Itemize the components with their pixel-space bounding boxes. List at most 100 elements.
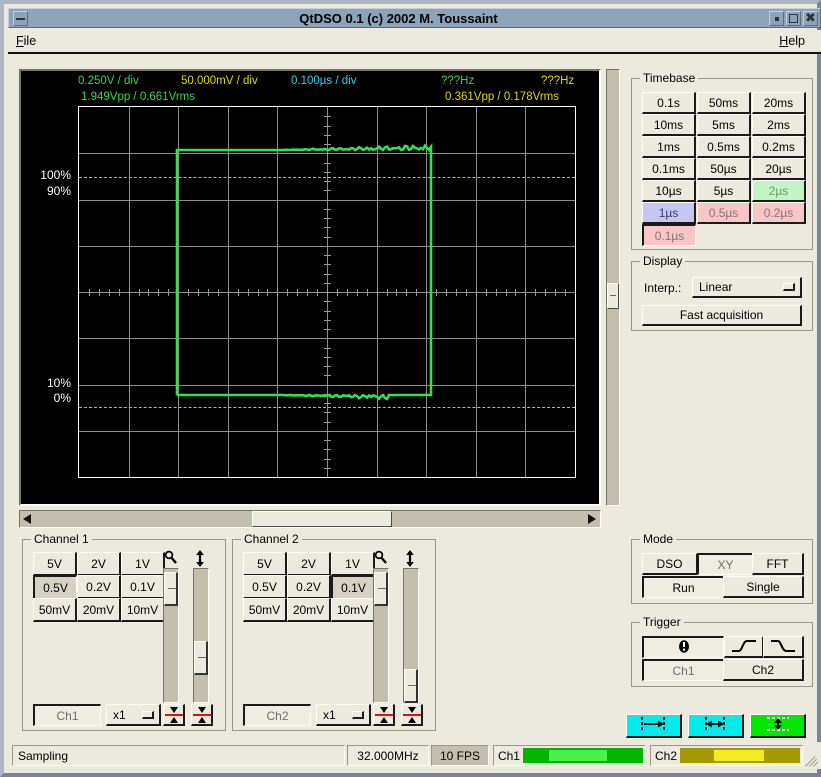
title-bar: QtDSO 0.1 (c) 2002 M. Toussaint ✖ — [8, 8, 821, 28]
timebase-legend: Timebase — [640, 71, 698, 85]
scope-vertical-scroll[interactable] — [606, 69, 620, 506]
channel1-level-indicator: Ch1 — [493, 745, 646, 766]
channel2-level-indicator: Ch2 — [650, 745, 803, 766]
trigger-ch2-button[interactable]: Ch2 — [723, 659, 804, 681]
magnifier-icon — [163, 550, 179, 569]
scope-vertical-scroll-handle[interactable] — [607, 283, 619, 309]
trigger-ch1-button[interactable]: Ch1 — [642, 659, 724, 681]
channel2-position-slider-handle[interactable] — [404, 669, 418, 703]
interp-select[interactable]: Linear — [692, 277, 802, 298]
channel1-gain-slider[interactable] — [163, 568, 179, 703]
menu-help[interactable]: Help — [771, 32, 813, 50]
channel1-center-gain-button[interactable] — [163, 704, 185, 726]
app-window: QtDSO 0.1 (c) 2002 M. Toussaint ✖ File H… — [0, 0, 821, 777]
channel1-range-50mV[interactable]: 50mV — [33, 598, 77, 622]
scope-horizontal-scroll[interactable] — [19, 510, 601, 528]
measure-volt-icon — [763, 715, 793, 736]
channel2-center-gain-button[interactable] — [373, 704, 395, 726]
menu-file[interactable]: File — [8, 32, 44, 50]
timebase-button-0.1s[interactable]: 0.1µs — [642, 224, 696, 246]
scope-display[interactable]: 0.250V / div 50.000mV / div 0.100µs / di… — [19, 69, 601, 506]
channel2-range-1V[interactable]: 1V — [331, 552, 375, 576]
timebase-button-1s[interactable]: 1µs — [642, 202, 696, 224]
channel2-position-slider[interactable] — [403, 568, 419, 703]
timebase-button-50ms[interactable]: 50ms — [697, 92, 751, 114]
cursor-button-3[interactable] — [750, 714, 806, 738]
channel1-center-position-button[interactable] — [191, 704, 213, 726]
scope-readout: 0.250V / div 50.000mV / div 0.100µs / di… — [21, 71, 599, 107]
center-marker-icon — [403, 707, 421, 723]
mode-fft-button[interactable]: FFT — [752, 553, 804, 575]
timebase-button-0.5ms[interactable]: 0.5ms — [697, 136, 751, 158]
trigger-falling-edge-button[interactable] — [763, 636, 804, 658]
channel1-range-0.2V[interactable]: 0.2V — [77, 575, 121, 599]
channel1-range-2V[interactable]: 2V — [77, 552, 121, 576]
channel2-probe-select[interactable]: x1 — [316, 704, 371, 726]
window-title: QtDSO 0.1 (c) 2002 M. Toussaint — [28, 11, 769, 26]
waveform-trace — [79, 107, 575, 477]
channel2-range-0.5V[interactable]: 0.5V — [243, 575, 287, 599]
magnifier-icon — [373, 550, 389, 569]
minimize-button[interactable] — [13, 11, 28, 26]
arrow-left-icon — [23, 514, 31, 524]
trigger-level-button[interactable] — [642, 636, 724, 658]
maximize-button[interactable] — [786, 11, 801, 26]
channel2-center-position-button[interactable] — [401, 704, 423, 726]
timebase-button-0.1ms[interactable]: 0.1ms — [642, 158, 696, 180]
cursor-button-1[interactable] — [626, 714, 682, 738]
chevron-down-icon — [783, 283, 795, 291]
channel1-range-1V[interactable]: 1V — [121, 552, 165, 576]
fast-acquisition-button[interactable]: Fast acquisition — [642, 305, 802, 326]
channel1-gain-slider-handle[interactable] — [164, 572, 178, 606]
channel2-range-50mV[interactable]: 50mV — [243, 598, 287, 622]
shade-button[interactable] — [769, 11, 784, 26]
channel2-gain-slider-handle[interactable] — [374, 572, 388, 606]
timebase-button-20s[interactable]: 20µs — [752, 158, 806, 180]
timebase-button-5s[interactable]: 5µs — [697, 180, 751, 202]
timebase-button-50s[interactable]: 50µs — [697, 158, 751, 180]
scroll-left-button[interactable] — [20, 511, 36, 527]
timebase-button-2s[interactable]: 2µs — [752, 180, 806, 202]
timebase-button-0.5s[interactable]: 0.5µs — [697, 202, 751, 224]
mode-dso-button[interactable]: DSO — [642, 553, 698, 575]
close-button[interactable]: ✖ — [803, 11, 818, 26]
channel2-name-button[interactable]: Ch2 — [243, 704, 311, 726]
timebase-button-0.2ms[interactable]: 0.2ms — [752, 136, 806, 158]
scope-horizontal-scroll-handle[interactable] — [252, 511, 392, 527]
timebase-panel: Timebase 0.1s50ms20ms10ms5ms2ms1ms0.5ms0… — [631, 78, 813, 250]
channel1-position-slider-handle[interactable] — [194, 641, 208, 675]
resize-grip[interactable] — [805, 753, 819, 767]
channel1-name-button[interactable]: Ch1 — [33, 704, 101, 726]
channel2-range-0.1V[interactable]: 0.1V — [331, 575, 375, 599]
channel1-range-20mV[interactable]: 20mV — [77, 598, 121, 622]
mode-xy-button[interactable]: XY — [697, 553, 753, 575]
timebase-button-10ms[interactable]: 10ms — [642, 114, 696, 136]
timebase-button-10s[interactable]: 10µs — [642, 180, 696, 202]
channel1-range-5V[interactable]: 5V — [33, 552, 77, 576]
channel1-range-0.1V[interactable]: 0.1V — [121, 575, 165, 599]
timebase-button-20ms[interactable]: 20ms — [752, 92, 806, 114]
channel2-range-0.2V[interactable]: 0.2V — [287, 575, 331, 599]
menu-bar: File Help — [8, 30, 821, 54]
mode-run-button[interactable]: Run — [642, 576, 724, 598]
cursor-button-2[interactable] — [688, 714, 744, 738]
timebase-button-0.2s[interactable]: 0.2µs — [752, 202, 806, 224]
timebase-button-5ms[interactable]: 5ms — [697, 114, 751, 136]
channel1-position-slider[interactable] — [193, 568, 209, 703]
channel1-range-0.5V[interactable]: 0.5V — [33, 575, 77, 599]
channel2-range-20mV[interactable]: 20mV — [287, 598, 331, 622]
timebase-button-1ms[interactable]: 1ms — [642, 136, 696, 158]
channel2-gain-slider[interactable] — [373, 568, 389, 703]
channel1-panel: Channel 1 5V2V1V0.5V0.2V0.1V50mV20mV10mV… — [22, 539, 226, 731]
channel1-probe-select[interactable]: x1 — [106, 704, 161, 726]
trigger-rising-edge-button[interactable] — [724, 636, 764, 658]
channel1-range-10mV[interactable]: 10mV — [121, 598, 165, 622]
channel2-range-5V[interactable]: 5V — [243, 552, 287, 576]
scroll-right-button[interactable] — [584, 511, 600, 527]
channel2-range-10mV[interactable]: 10mV — [331, 598, 375, 622]
timebase-button-2ms[interactable]: 2ms — [752, 114, 806, 136]
timebase-button-0.1s[interactable]: 0.1s — [642, 92, 696, 114]
mode-single-button[interactable]: Single — [723, 576, 804, 598]
channel2-range-2V[interactable]: 2V — [287, 552, 331, 576]
readout-ch1-voltdiv: 0.250V / div — [78, 75, 139, 87]
